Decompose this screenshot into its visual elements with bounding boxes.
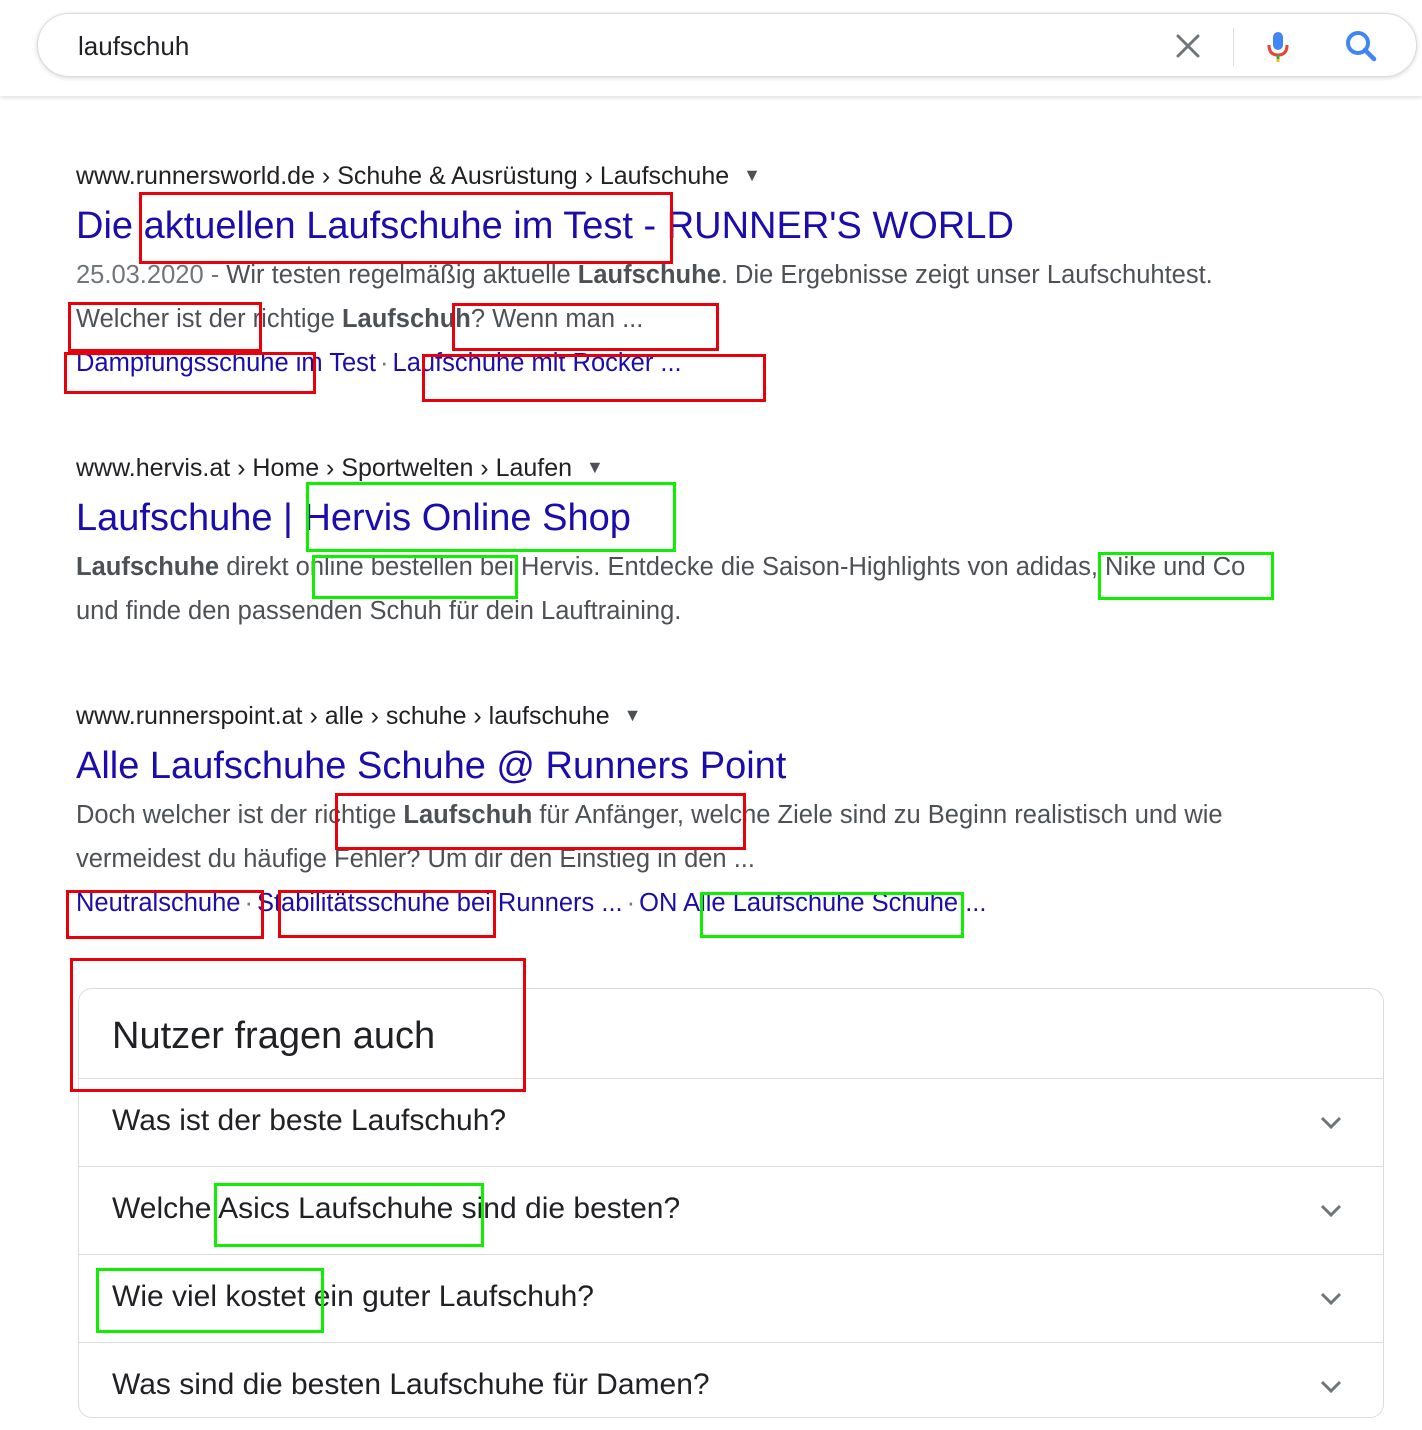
search-input[interactable] xyxy=(78,28,1138,64)
paa-question-text: Was sind die besten Laufschuhe für Damen… xyxy=(112,1368,710,1401)
snippet-keyword: Laufschuhe xyxy=(76,553,220,581)
sitelinks: Dämpfungsschuhe im Test · Laufschuhe mit R… xyxy=(76,341,1256,385)
chevron-down-icon[interactable] xyxy=(1317,1373,1345,1401)
sitelink[interactable]: ON Alle Laufschuhe Schuhe ... xyxy=(639,889,986,917)
chevron-down-icon[interactable] xyxy=(1317,1197,1345,1225)
result-breadcrumb[interactable]: www.hervis.at › Home › Sportwelten › Lau… xyxy=(76,452,1256,483)
paa-question[interactable]: Welche Asics Laufschuhe sind die besten? xyxy=(79,1166,1383,1254)
microphone-icon[interactable] xyxy=(1258,26,1298,66)
search-result: www.hervis.at › Home › Sportwelten › Lau… xyxy=(76,452,1256,633)
result-breadcrumb[interactable]: www.runnerspoint.at › alle › schuhe › la… xyxy=(76,700,1256,731)
snippet-text: Doch welcher ist der richtige xyxy=(76,801,404,829)
search-header xyxy=(0,0,1422,96)
result-date: 25.03.2020 - xyxy=(76,261,227,289)
chevron-down-icon[interactable] xyxy=(1317,1109,1345,1137)
breadcrumb-text: www.hervis.at › Home › Sportwelten › Lau… xyxy=(76,454,573,482)
result-snippet: 25.03.2020 - Wir testen regelmäßig aktue… xyxy=(76,253,1256,341)
separator-dot: · xyxy=(380,349,389,377)
paa-question[interactable]: Was ist der beste Laufschuh? xyxy=(79,1078,1383,1166)
snippet-keyword: Laufschuh xyxy=(403,801,533,829)
result-title-link[interactable]: Die aktuellen Laufschuhe im Test - RUNNE… xyxy=(76,203,1256,249)
dropdown-arrow-icon[interactable]: ▼ xyxy=(624,700,642,730)
sitelink[interactable]: Stabilitätsschuhe bei Runners ... xyxy=(257,889,623,917)
dropdown-arrow-icon[interactable]: ▼ xyxy=(586,452,604,482)
breadcrumb-text: www.runnerspoint.at › alle › schuhe › la… xyxy=(76,702,610,730)
dropdown-arrow-icon[interactable]: ▼ xyxy=(743,160,761,190)
snippet-text: direkt online bestellen bei Hervis. Entd… xyxy=(76,553,1246,625)
clear-icon[interactable] xyxy=(1168,26,1208,66)
chevron-down-icon[interactable] xyxy=(1317,1285,1345,1313)
paa-heading: Nutzer fragen auch xyxy=(112,1015,436,1057)
sitelink[interactable]: Neutralschuhe xyxy=(76,889,240,917)
snippet-keyword: Laufschuhe xyxy=(577,261,721,289)
paa-question-text: Was ist der beste Laufschuh? xyxy=(112,1104,507,1137)
snippet-keyword: Laufschuh xyxy=(341,305,471,333)
result-snippet: Laufschuhe direkt online bestellen bei H… xyxy=(76,545,1256,633)
search-result: www.runnerspoint.at › alle › schuhe › la… xyxy=(76,700,1256,925)
sitelink[interactable]: Dämpfungsschuhe im Test xyxy=(76,349,376,377)
separator-dot: · xyxy=(244,889,253,917)
result-title-link[interactable]: Alle Laufschuhe Schuhe @ Runners Point xyxy=(76,743,1256,789)
search-icon[interactable] xyxy=(1341,26,1381,66)
paa-question-text: Welche Asics Laufschuhe sind die besten? xyxy=(112,1192,681,1225)
paa-question[interactable]: Wie viel kostet ein guter Laufschuh? xyxy=(79,1254,1383,1342)
result-title-link[interactable]: Laufschuhe | Hervis Online Shop xyxy=(76,495,1256,541)
paa-question[interactable]: Was sind die besten Laufschuhe für Damen… xyxy=(79,1342,1383,1430)
sitelink[interactable]: Laufschuhe mit Rocker ... xyxy=(393,349,682,377)
people-also-ask: Nutzer fragen auch Was ist der beste Lau… xyxy=(78,988,1384,1418)
result-breadcrumb[interactable]: www.runnersworld.de › Schuhe & Ausrüstun… xyxy=(76,160,1256,191)
search-divider xyxy=(1233,28,1234,66)
snippet-text: Wir testen regelmäßig aktuelle xyxy=(226,261,578,289)
result-snippet: Doch welcher ist der richtige Laufschuh … xyxy=(76,793,1256,881)
paa-question-text: Wie viel kostet ein guter Laufschuh? xyxy=(112,1280,594,1313)
sitelinks: Neutralschuhe · Stabilitätsschuhe bei Runn… xyxy=(76,881,1256,925)
separator-dot: · xyxy=(626,889,636,917)
search-box xyxy=(37,13,1417,77)
snippet-text: ? Wenn man ... xyxy=(470,305,644,333)
search-result: www.runnersworld.de › Schuhe & Ausrüstun… xyxy=(76,160,1256,385)
breadcrumb-text: www.runnersworld.de › Schuhe & Ausrüstun… xyxy=(76,162,730,190)
